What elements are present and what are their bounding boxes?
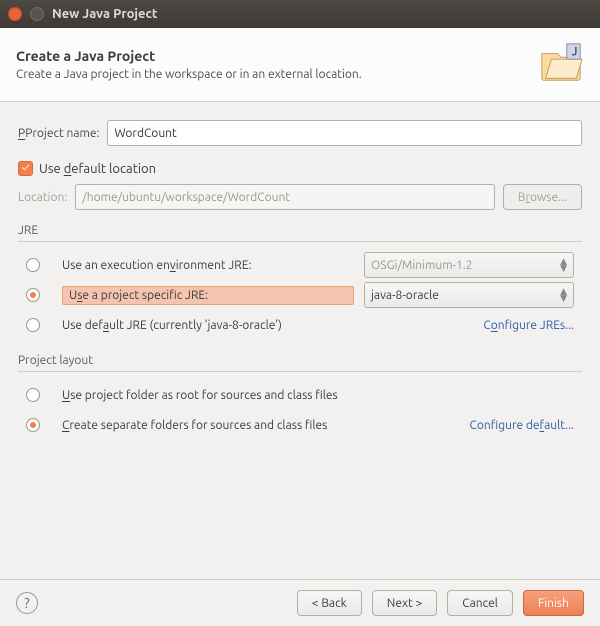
chevron-updown-icon: ▲▼ <box>560 258 567 272</box>
help-icon[interactable]: ? <box>16 592 38 614</box>
dialog-footer: ? < Back Next > Cancel Finish <box>0 579 600 626</box>
project-name-input[interactable] <box>107 120 582 146</box>
dialog-title: Create a Java Project <box>16 48 362 64</box>
jre-group: JRE Use an execution environment JRE: OS… <box>18 224 582 340</box>
exec-env-select: OSGi/Minimum-1.2 ▲▼ <box>364 252 574 278</box>
close-icon[interactable] <box>8 7 22 21</box>
dialog-subtitle: Create a Java project in the workspace o… <box>16 68 362 81</box>
project-jre-select[interactable]: java-8-oracle ▲▼ <box>364 282 574 308</box>
layout-group-title: Project layout <box>18 354 582 367</box>
finish-button[interactable]: Finish <box>523 590 584 616</box>
location-input <box>75 184 495 210</box>
divider <box>18 371 582 372</box>
chevron-updown-icon: ▲▼ <box>560 288 567 302</box>
jre-default-radio[interactable] <box>26 318 40 332</box>
next-button[interactable]: Next > <box>372 590 437 616</box>
window-title: New Java Project <box>52 7 158 21</box>
project-name-label: PProject name: <box>18 127 99 140</box>
window-titlebar: New Java Project <box>0 0 600 28</box>
minimize-icon[interactable] <box>30 7 44 21</box>
layout-separate-radio[interactable] <box>26 418 40 432</box>
divider <box>18 241 582 242</box>
configure-jres-link[interactable]: Configure JREs... <box>483 319 574 332</box>
jre-project-specific-radio[interactable] <box>26 288 40 302</box>
jre-exec-env-radio[interactable] <box>26 258 40 272</box>
checkbox-icon <box>18 161 33 176</box>
back-button[interactable]: < Back <box>297 590 362 616</box>
svg-text:J: J <box>572 45 578 58</box>
dialog-header: Create a Java Project Create a Java proj… <box>0 28 600 102</box>
configure-default-link[interactable]: Configure default... <box>470 419 574 432</box>
browse-button: Browse... <box>503 184 582 210</box>
cancel-button[interactable]: Cancel <box>447 590 513 616</box>
jre-group-title: JRE <box>18 224 582 237</box>
location-label: Location: <box>18 191 67 204</box>
use-default-location-checkbox[interactable]: Use default location <box>18 161 156 176</box>
layout-root-radio[interactable] <box>26 388 40 402</box>
java-project-icon: J <box>538 40 584 89</box>
project-layout-group: Project layout Use project folder as roo… <box>18 354 582 440</box>
